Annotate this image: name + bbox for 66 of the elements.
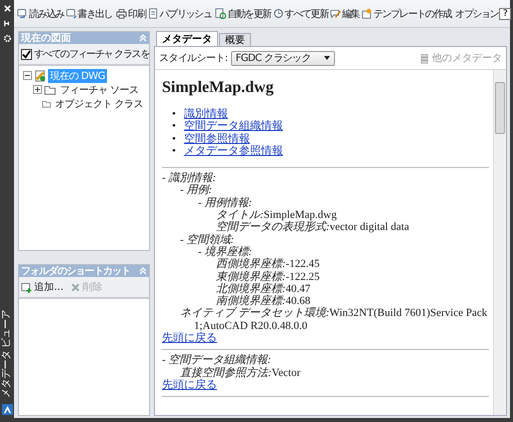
metadata-field: 西側境界座標:-122.45	[216, 258, 489, 271]
metadata-field: 直接空間参照方法:Vector	[180, 366, 489, 379]
metadata-field: - 空間データ組織情報:	[162, 354, 489, 367]
help-button[interactable]: ?	[499, 8, 512, 20]
metadata-field: 北側境界座標:40.47	[216, 282, 489, 296]
panel-title: フォルダのショートカット	[21, 264, 130, 278]
bullet: •	[172, 144, 176, 158]
metadata-field: 南側境界座標:40.68	[216, 295, 489, 308]
drawing-file-icon	[34, 70, 46, 82]
toc-link[interactable]: メタデータ参照情報	[184, 144, 283, 158]
palette-title: メタデータ ビューア	[1, 308, 13, 398]
toc-link[interactable]: 識別情報	[184, 108, 228, 120]
import-icon	[17, 8, 28, 19]
close-icon[interactable]	[2, 4, 12, 13]
scroll-thumb[interactable]	[495, 82, 505, 134]
expander-icon[interactable]	[33, 85, 42, 94]
toolbar-button[interactable]: 自動を更新	[214, 6, 272, 20]
back-to-top-link[interactable]: 先頭に戻る	[162, 378, 217, 392]
checkbox[interactable]	[21, 48, 32, 60]
add-folder-icon	[21, 282, 32, 292]
export-icon	[66, 8, 77, 19]
metadata-field: 空間データの表現形式:vector digital data	[216, 221, 489, 234]
tree-item[interactable]: フィーチャ ソース	[58, 82, 141, 96]
toolbar-button[interactable]: パブリッシュ	[146, 6, 212, 20]
metadata-field: ネイティブ データセット環境:Win32NT(Build 7601)Service Pack 1;AutoCAD R20.0.48.0.0	[180, 307, 489, 332]
bullet: •	[172, 132, 176, 145]
bullet: •	[172, 120, 176, 133]
tab[interactable]: メタデータ	[156, 31, 218, 46]
stylesheet-dropdown[interactable]: FGDC クラシック	[230, 50, 335, 66]
document-icon	[148, 8, 159, 19]
stack-icon	[419, 52, 430, 64]
toc-link[interactable]: 空間データ組織情報	[184, 120, 283, 133]
toolbar-button[interactable]: 読み込み	[16, 6, 65, 20]
metadata-field: - 境界座標:	[198, 246, 489, 258]
template-icon	[361, 8, 372, 19]
settings-icon[interactable]	[2, 34, 12, 43]
caret-icon	[324, 56, 330, 60]
toolbar-button[interactable]: 印刷	[115, 6, 147, 20]
add-button[interactable]: 追加...	[21, 280, 64, 294]
metadata-field: - 用例:	[180, 184, 489, 197]
metadata-field: - 空間領域:	[180, 234, 489, 246]
delete-icon	[70, 282, 81, 292]
toolbar-button[interactable]: 編集	[328, 6, 360, 20]
bullet: •	[172, 108, 176, 120]
stylesheet-label: スタイルシート:	[159, 52, 228, 65]
toolbar-button[interactable]: オプション	[454, 6, 500, 20]
tree-item[interactable]: オブジェクト クラス	[52, 96, 145, 110]
document-title: SimpleMap.dwg	[162, 78, 275, 98]
panel-title: 現在の図面	[21, 32, 71, 45]
printer-icon	[116, 8, 128, 19]
toolbar-button[interactable]: すべて更新	[272, 6, 329, 20]
back-to-top-link[interactable]: 先頭に戻る	[162, 332, 217, 344]
checkbox-label: すべてのフィーチャ クラスを	[34, 48, 149, 61]
toc-link[interactable]: 空間参照情報	[184, 132, 250, 145]
folder-icon	[44, 84, 56, 96]
scrollbar[interactable]	[493, 70, 506, 415]
metadata-field: - 識別情報:	[162, 172, 489, 184]
toolbar-button[interactable]: 書き出し	[64, 6, 114, 20]
toolbar-button[interactable]: テンプレートの作成	[360, 6, 452, 20]
metadata-field: - 用例情報:	[198, 196, 489, 210]
edit-icon	[330, 8, 341, 19]
expander-icon[interactable]	[23, 71, 32, 80]
logo-icon	[2, 404, 12, 415]
metadata-field: タイトル:SimpleMap.dwg	[216, 209, 489, 222]
tab[interactable]: 概要	[219, 33, 251, 46]
metadata-field: 東側境界座標:-122.25	[216, 270, 489, 283]
